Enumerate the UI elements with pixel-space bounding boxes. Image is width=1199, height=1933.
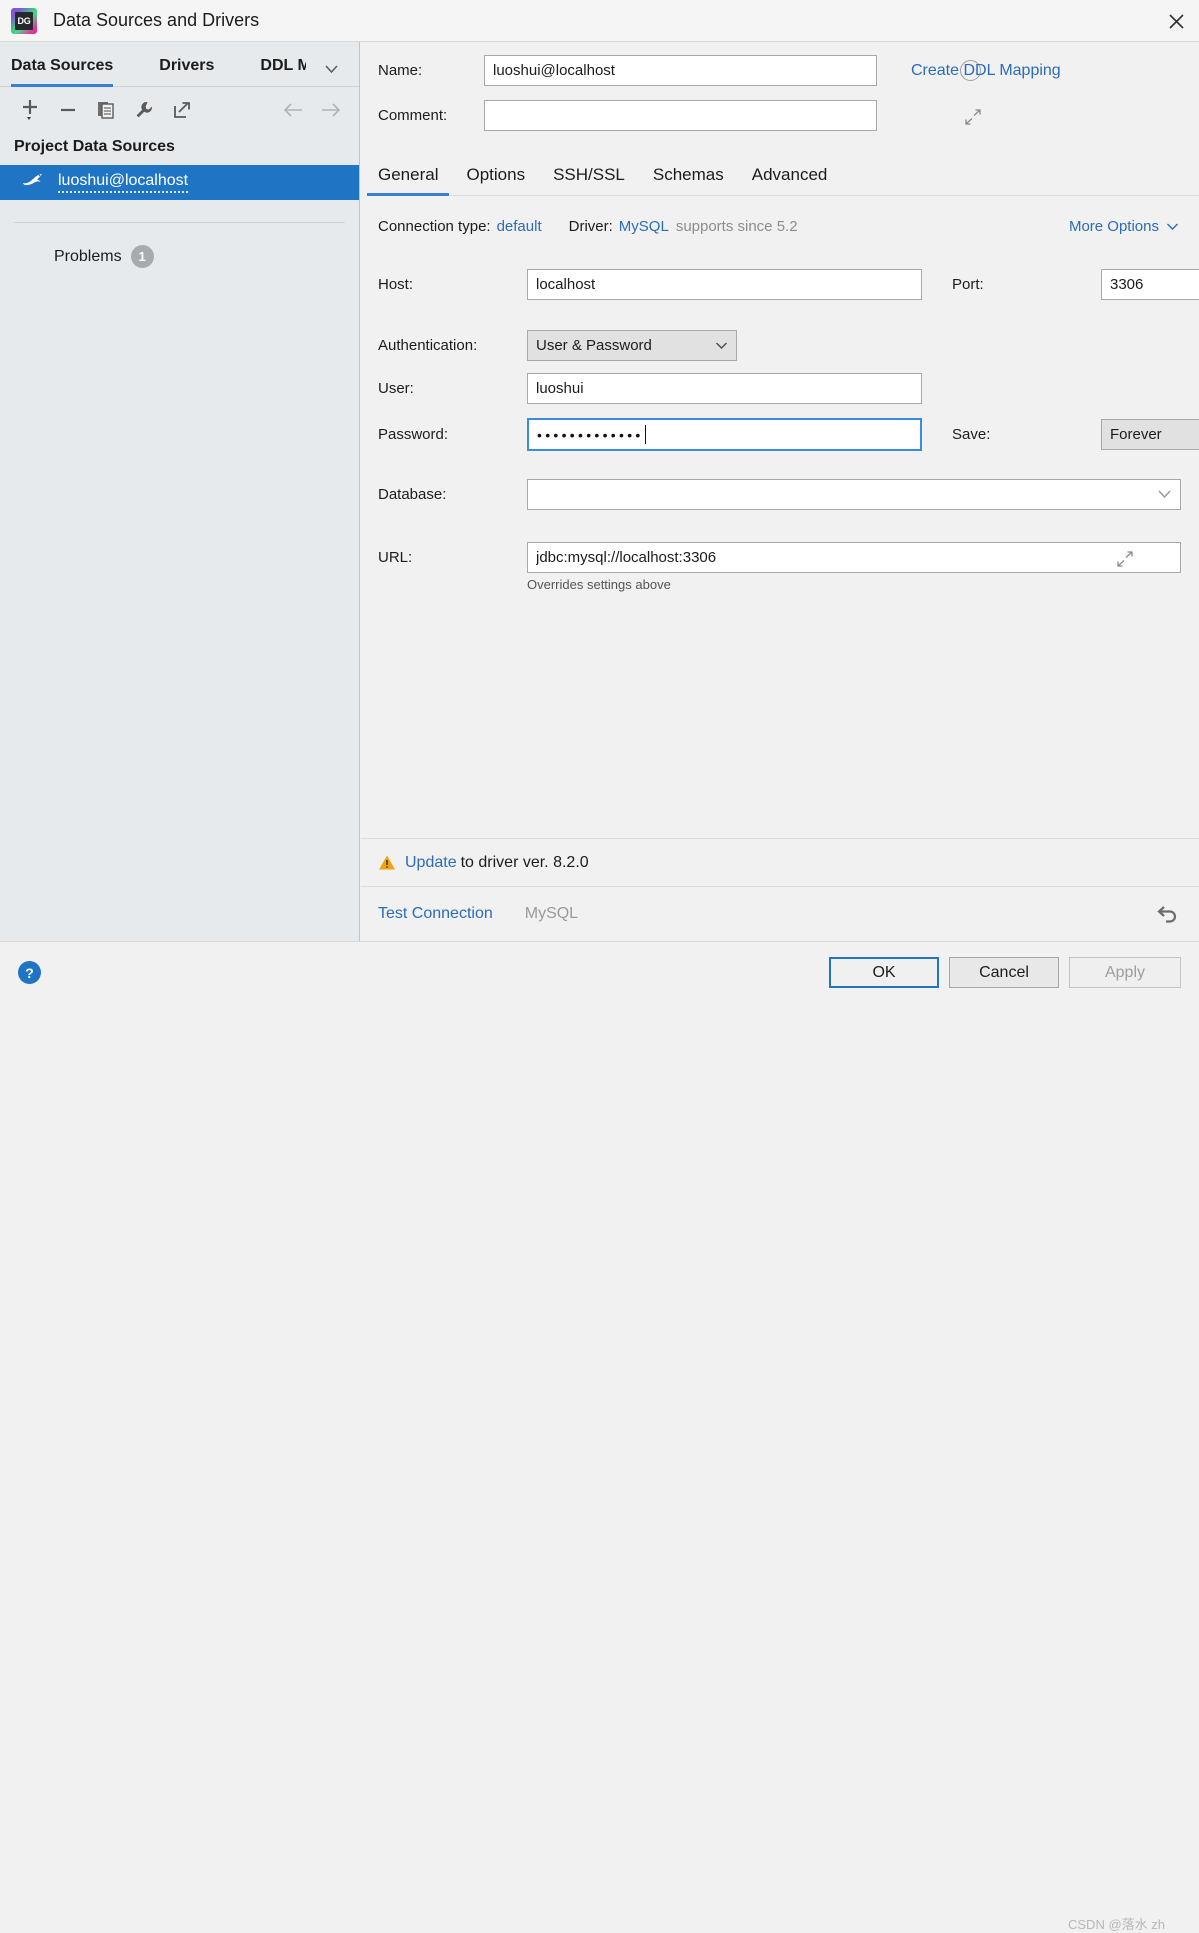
authentication-label: Authentication:	[378, 337, 478, 354]
tab-ddl-mappings-label: DDL M	[260, 57, 307, 74]
comment-label: Comment:	[378, 107, 448, 124]
chevron-down-icon	[1157, 486, 1172, 503]
sidebar-toolbar	[0, 87, 359, 132]
comment-row: Comment:	[378, 100, 981, 131]
user-row: User:	[378, 373, 922, 404]
comment-input[interactable]	[484, 100, 877, 131]
save-value: Forever	[1110, 426, 1162, 443]
watermark: CSDN @落水 zh	[1068, 1917, 1165, 1932]
driver-label: Driver:	[568, 218, 613, 235]
tab-advanced[interactable]: Advanced	[752, 165, 828, 195]
user-label: User:	[378, 380, 414, 397]
test-connection-bar: Test Connection MySQL	[361, 886, 1199, 941]
port-label: Port:	[952, 276, 984, 293]
sidebar-item-problems[interactable]: Problems 1	[0, 223, 359, 268]
driver-update-bar: Update to driver ver. 8.2.0	[361, 838, 1199, 886]
password-row: Password: ••••••••••••• Save: Forever	[378, 418, 1199, 451]
driver-value[interactable]: MySQL	[619, 218, 669, 235]
problems-label: Problems	[54, 247, 122, 265]
revert-icon[interactable]	[1155, 901, 1181, 927]
url-label: URL:	[378, 549, 413, 566]
chevron-down-icon	[1167, 223, 1178, 230]
authentication-row: Authentication: User & Password	[378, 330, 737, 361]
host-input[interactable]	[527, 269, 922, 300]
expand-icon[interactable]	[1116, 550, 1134, 568]
connection-type-row: Connection type: default Driver: MySQL s…	[378, 218, 798, 235]
sidebar-tab-bar: Data Sources Drivers DDL M	[0, 42, 359, 87]
wrench-icon[interactable]	[128, 95, 160, 125]
save-label: Save:	[952, 426, 991, 443]
tab-options[interactable]: Options	[466, 165, 525, 195]
connection-type-value[interactable]: default	[497, 218, 542, 235]
database-row: Database:	[378, 479, 1181, 510]
text-caret	[644, 425, 647, 444]
more-options-button[interactable]: More Options	[1069, 218, 1179, 235]
more-options-label: More Options	[1068, 218, 1159, 235]
authentication-select[interactable]: User & Password	[527, 330, 737, 361]
mysql-dolphin-icon	[22, 172, 44, 194]
test-driver-label: MySQL	[524, 905, 579, 922]
name-label: Name:	[378, 62, 423, 79]
tab-general[interactable]: General	[366, 165, 451, 196]
user-input[interactable]	[527, 373, 922, 404]
ok-button[interactable]: OK	[829, 957, 939, 988]
database-label: Database:	[378, 486, 447, 503]
url-input[interactable]	[527, 542, 1181, 573]
url-row: URL:	[378, 542, 1181, 573]
detail-panel: Name: Create DDL Mapping Comment: Genera…	[361, 42, 1199, 941]
title-bar: Data Sources and Drivers	[0, 0, 1199, 42]
tab-ddl-mappings[interactable]: DDL M	[260, 57, 306, 86]
problems-count-badge: 1	[130, 245, 154, 268]
warning-triangle-icon	[378, 854, 396, 871]
name-row: Name: Create DDL Mapping	[378, 55, 1061, 86]
chevron-down-icon	[705, 341, 728, 350]
navigation-arrows	[277, 87, 347, 132]
arrow-left-icon[interactable]	[277, 95, 309, 125]
arrow-right-icon[interactable]	[315, 95, 347, 125]
tab-schemas[interactable]: Schemas	[653, 165, 724, 195]
connection-type-label: Connection type:	[378, 218, 491, 235]
sidebar: Data Sources Drivers DDL M Project Data …	[0, 42, 360, 941]
database-select[interactable]	[527, 479, 1181, 510]
driver-note: supports since 5.2	[675, 218, 798, 235]
save-select[interactable]: Forever	[1101, 419, 1199, 450]
sidebar-item-label: luoshui@localhost	[58, 172, 189, 193]
cancel-button[interactable]: Cancel	[949, 957, 1059, 988]
create-ddl-mapping-link[interactable]: Create DDL Mapping	[911, 62, 1061, 80]
update-driver-link[interactable]: Update	[405, 854, 457, 872]
plus-icon[interactable]	[14, 95, 46, 125]
expand-icon[interactable]	[964, 108, 982, 126]
url-hint: Overrides settings above	[527, 577, 671, 592]
copy-icon[interactable]	[90, 95, 122, 125]
host-label: Host:	[378, 276, 414, 293]
help-button[interactable]: ?	[18, 961, 41, 984]
test-connection-link[interactable]: Test Connection	[378, 905, 493, 923]
host-row: Host: Port:	[378, 269, 1199, 300]
tab-data-sources[interactable]: Data Sources	[11, 57, 114, 87]
detail-tab-bar: General Options SSH/SSL Schemas Advanced	[366, 152, 1199, 196]
sidebar-item-luoshui-localhost[interactable]: luoshui@localhost	[0, 165, 359, 200]
tab-ssh-ssl[interactable]: SSH/SSL	[553, 165, 625, 195]
password-label: Password:	[378, 426, 449, 443]
datagrip-logo-icon	[11, 7, 37, 34]
password-masked-value: •••••••••••••	[537, 426, 644, 443]
chevron-down-icon[interactable]	[320, 58, 342, 80]
update-driver-text: to driver ver. 8.2.0	[460, 853, 589, 871]
close-icon[interactable]	[1153, 0, 1199, 42]
external-link-icon[interactable]	[166, 95, 198, 125]
window-title: Data Sources and Drivers	[53, 10, 260, 30]
dialog-footer: ? OK Cancel Apply CSDN @落水 zh	[0, 941, 1199, 1932]
name-input[interactable]	[484, 55, 877, 86]
sidebar-section-title: Project Data Sources	[14, 138, 175, 155]
minus-icon[interactable]	[52, 95, 84, 125]
authentication-value: User & Password	[536, 337, 652, 354]
password-input[interactable]: •••••••••••••	[527, 418, 922, 451]
port-input[interactable]	[1101, 269, 1199, 300]
tab-drivers[interactable]: Drivers	[159, 57, 214, 86]
apply-button[interactable]: Apply	[1069, 957, 1181, 988]
